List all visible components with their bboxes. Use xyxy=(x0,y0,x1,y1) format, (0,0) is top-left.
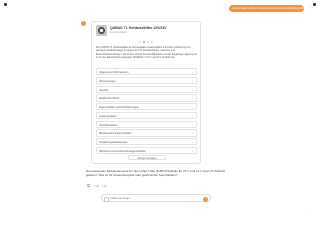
resize-handle-icon[interactable]: ⋰ xyxy=(304,207,307,211)
spec-row[interactable]: Umgebungsbedingungen ⌄ xyxy=(96,138,197,146)
spec-row[interactable]: Eigenschaften und Zertifizierungen ⌄ xyxy=(96,103,197,111)
chevron-down-icon: ⌄ xyxy=(191,113,194,118)
spec-label: Gewicht xyxy=(99,88,109,92)
send-button[interactable]: ↑ xyxy=(203,196,208,202)
spec-row[interactable]: Allgemeine Informationen ⌄ xyxy=(96,68,197,76)
chevron-down-icon: ⌄ xyxy=(191,140,194,145)
user-message-bubble: Lorem ipsum dolor sit amet consectetur a… xyxy=(229,5,304,12)
window-dot-left xyxy=(4,3,7,6)
carousel-dot-active[interactable] xyxy=(143,41,145,43)
spec-label: Mechanische Eigenschaften xyxy=(99,132,132,136)
window-dot-right xyxy=(313,3,316,6)
chevron-down-icon: ⌄ xyxy=(191,96,194,101)
carousel-dots[interactable] xyxy=(139,41,155,43)
product-card: QUBUS T1 Gehäuselüfter 12V/24V Axial-Ven… xyxy=(91,21,201,164)
attach-icon[interactable] xyxy=(104,197,109,202)
chevron-down-icon: ⌄ xyxy=(191,87,194,92)
arrow-up-icon: ↑ xyxy=(204,196,207,201)
product-description: Der QUBUS T1 Gehäuselüfter ist ein kompa… xyxy=(96,46,197,59)
spec-label: Abmessungen xyxy=(99,79,116,83)
product-title[interactable]: QUBUS T1 Gehäuselüfter 12V/24V xyxy=(110,26,167,30)
chevron-down-icon: ⌄ xyxy=(191,122,194,127)
spec-row[interactable]: Anschlussdaten ⌄ xyxy=(96,120,197,128)
product-subtitle: Axial-Ventilator xyxy=(110,31,127,34)
spec-label: Anschlussdaten xyxy=(99,123,118,127)
message-actions: ⧉ 👍︎ 👎︎ xyxy=(86,183,107,188)
thumbs-down-icon[interactable]: 👎︎ xyxy=(102,183,107,188)
chevron-down-icon: ⌄ xyxy=(191,78,194,83)
spec-label: Eigenschaften und Zertifizierungen xyxy=(99,106,140,110)
chat-composer: ↑ xyxy=(101,194,211,202)
product-image[interactable] xyxy=(96,25,107,36)
chevron-down-icon: ⌄ xyxy=(191,70,194,74)
thumbs-up-icon[interactable]: 👍︎ xyxy=(94,183,99,188)
spec-label: Allgemeine Informationen xyxy=(99,71,129,74)
chevron-down-icon: ⌄ xyxy=(191,105,194,110)
spec-label: Leistungsdaten xyxy=(99,114,117,118)
chevron-down-icon: ⌄ xyxy=(191,149,194,154)
spec-accordion: Allgemeine Informationen ⌄ Abmessungen ⌄ G… xyxy=(96,68,197,156)
product-header: QUBUS T1 Gehäuselüfter 12V/24V Axial-Ven… xyxy=(96,25,196,39)
more-icon[interactable]: ⋮ xyxy=(307,5,313,11)
spec-row[interactable]: Mechanische Eigenschaften ⌄ xyxy=(96,129,197,137)
spec-row[interactable]: Leistungsdaten ⌄ xyxy=(96,111,197,120)
spec-label: Umgebungsbedingungen xyxy=(99,141,128,145)
show-less-button[interactable]: Weniger anzeigen xyxy=(128,155,166,160)
chevron-down-icon: ⌄ xyxy=(191,131,194,136)
copy-icon[interactable]: ⧉ xyxy=(86,183,91,188)
assistant-message: Die passenden Einbauelemente für den Lüf… xyxy=(86,169,226,177)
spec-row[interactable]: Abmessungen ⌄ xyxy=(96,76,197,84)
chat-input[interactable] xyxy=(110,196,200,201)
carousel-dot[interactable] xyxy=(147,41,149,43)
spec-row[interactable]: Elektrische Werte ⌄ xyxy=(96,94,197,102)
spec-label: Sicherheit und technische Eigenschaften xyxy=(99,150,146,154)
spec-label: Elektrische Werte xyxy=(99,97,120,101)
spec-row[interactable]: Sicherheit und technische Eigenschaften ⌄ xyxy=(96,147,197,155)
assistant-avatar xyxy=(81,21,86,26)
carousel-dot[interactable] xyxy=(139,41,141,43)
carousel-dot[interactable] xyxy=(151,41,153,43)
spec-row[interactable]: Gewicht ⌄ xyxy=(96,85,197,93)
